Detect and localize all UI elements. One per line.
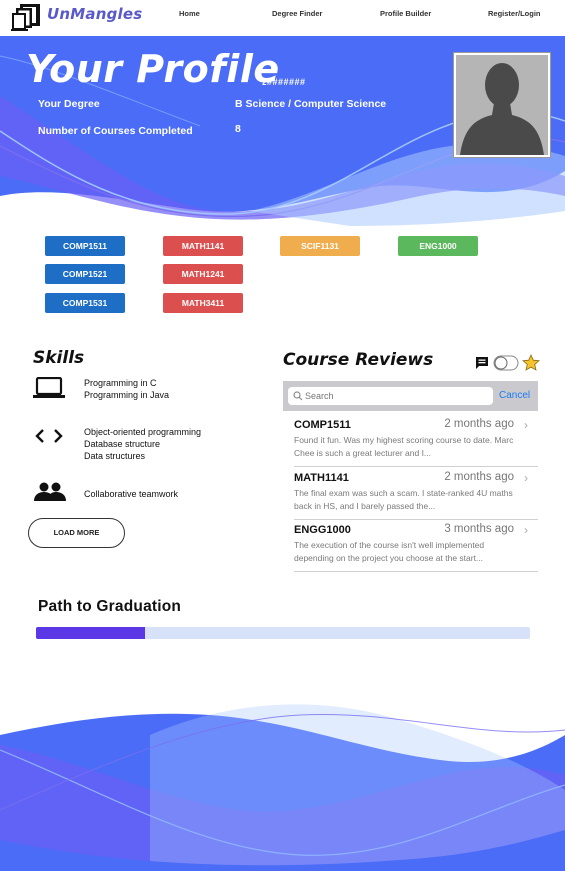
review-course-code: COMP1511 — [294, 419, 351, 431]
skill-item: Collaborative teamwork — [84, 489, 179, 499]
avatar[interactable] — [453, 52, 551, 158]
skill-item: Object-oriented programming — [84, 427, 202, 437]
nav-register-login-link[interactable]: Register/Login — [488, 9, 541, 18]
review-course-code: MATH1141 — [294, 472, 349, 484]
star-icon[interactable] — [522, 354, 540, 371]
footer-wave-background — [0, 690, 565, 871]
course-badge-comp1531[interactable]: COMP1531 — [45, 293, 125, 313]
graduation-progress-bar — [36, 627, 530, 639]
course-badge-math1241[interactable]: MATH1241 — [163, 264, 243, 284]
student-zid: z####### — [262, 77, 306, 87]
page-title: Your Profile — [26, 47, 280, 91]
chevron-right-icon: › — [524, 523, 528, 537]
people-icon — [34, 482, 66, 501]
load-more-button[interactable]: LOAD MORE — [28, 518, 125, 548]
comment-icon[interactable] — [475, 356, 489, 370]
search-icon — [293, 391, 303, 401]
divider — [294, 571, 538, 572]
skill-item: Database structure — [84, 439, 161, 449]
nav-profile-builder-link[interactable]: Profile Builder — [380, 9, 431, 18]
search-box — [288, 387, 493, 405]
course-badge-scif1131[interactable]: SCIF1131 — [280, 236, 360, 256]
review-snippet: The execution of the course isn't well i… — [294, 540, 485, 563]
review-list-item[interactable]: ENGG1000 3 months ago › The execution of… — [283, 520, 538, 572]
course-reviews-heading: Course Reviews — [283, 350, 434, 370]
courses-completed-label: Number of Courses Completed — [38, 125, 193, 137]
review-snippet: Found it fun. Was my highest scoring cou… — [294, 435, 514, 458]
footer-wave-graphic — [0, 690, 565, 871]
cancel-button[interactable]: Cancel — [499, 390, 530, 401]
books-logo-icon[interactable] — [10, 2, 44, 32]
review-list-item[interactable]: MATH1141 2 months ago › The final exam w… — [283, 468, 538, 520]
person-silhouette-icon — [460, 63, 544, 155]
courses-completed-value: 8 — [235, 123, 241, 135]
skill-group-teamwork: Collaborative teamwork — [84, 488, 178, 500]
graduation-progress-fill — [36, 627, 145, 639]
graduation-heading: Path to Graduation — [38, 598, 182, 615]
skill-item: Programming in C — [84, 378, 157, 388]
degree-label: Your Degree — [38, 98, 100, 110]
divider — [294, 466, 538, 467]
course-badge-math3411[interactable]: MATH3411 — [163, 293, 243, 313]
course-badge-eng1000[interactable]: ENG1000 — [398, 236, 478, 256]
nav-home-link[interactable]: Home — [179, 9, 200, 18]
review-list-item[interactable]: COMP1511 2 months ago › Found it fun. Wa… — [283, 415, 538, 467]
code-icon — [35, 429, 63, 443]
search-input[interactable] — [305, 389, 485, 403]
review-snippet: The final exam was such a scam. I state-… — [294, 488, 513, 511]
top-navbar: UnMangles Home Degree Finder Profile Bui… — [0, 0, 565, 36]
review-timestamp: 2 months ago — [444, 418, 514, 430]
brand-name[interactable]: UnMangles — [47, 5, 142, 23]
review-course-code: ENGG1000 — [294, 524, 351, 536]
toggle-switch[interactable] — [493, 355, 519, 371]
degree-value: B Science / Computer Science — [235, 98, 387, 110]
skill-group-structures: Object-oriented programming Database str… — [84, 426, 201, 462]
course-badge-math1141[interactable]: MATH1141 — [163, 236, 243, 256]
nav-degree-finder-link[interactable]: Degree Finder — [272, 9, 322, 18]
course-badge-comp1511[interactable]: COMP1511 — [45, 236, 125, 256]
skill-item: Data structures — [84, 451, 146, 461]
review-search-bar: Cancel — [283, 381, 538, 411]
skills-heading: Skills — [33, 348, 85, 368]
laptop-icon — [33, 377, 65, 398]
chevron-right-icon: › — [524, 418, 528, 432]
course-badge-comp1521[interactable]: COMP1521 — [45, 264, 125, 284]
skill-item: Programming in Java — [84, 390, 170, 400]
review-timestamp: 3 months ago — [444, 523, 514, 535]
chevron-right-icon: › — [524, 471, 528, 485]
review-timestamp: 2 months ago — [444, 471, 514, 483]
skill-group-programming: Programming in C Programming in Java — [84, 377, 169, 401]
